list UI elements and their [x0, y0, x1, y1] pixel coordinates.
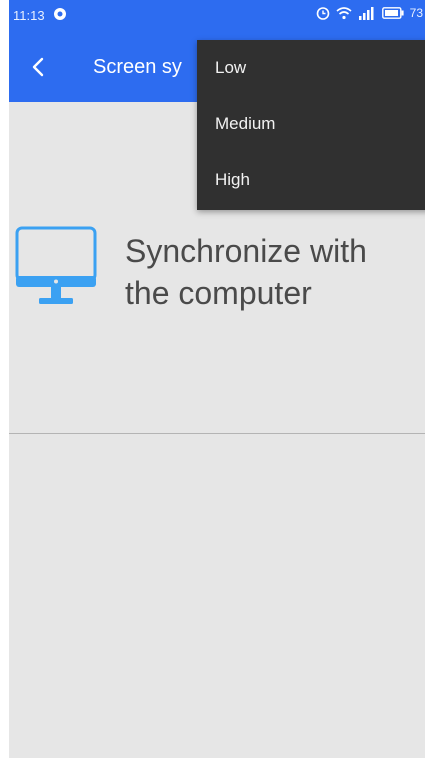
back-button[interactable]	[25, 53, 53, 81]
sync-label: Synchronize with the computer	[125, 233, 367, 311]
menu-item-low[interactable]: Low	[197, 40, 425, 96]
menu-item-high[interactable]: High	[197, 152, 425, 208]
battery-percent: 73	[409, 6, 423, 20]
status-bar: 11:13 73	[9, 0, 425, 32]
phone-screen: 11:13 73 Screen sy Synchronize with the …	[9, 0, 425, 758]
signal-icon	[358, 6, 376, 20]
quality-dropdown-menu: Low Medium High	[197, 40, 425, 210]
status-time: 11:13	[13, 8, 45, 23]
divider	[9, 433, 425, 434]
page-title: Screen sy	[93, 56, 182, 78]
menu-item-medium[interactable]: Medium	[197, 96, 425, 152]
battery-icon	[381, 7, 404, 19]
notification-icon	[53, 7, 67, 21]
chevron-left-icon	[32, 57, 44, 77]
wifi-icon	[336, 6, 352, 20]
status-icons: 73	[316, 6, 423, 20]
alarm-icon	[316, 6, 330, 20]
monitor-icon	[15, 226, 99, 308]
